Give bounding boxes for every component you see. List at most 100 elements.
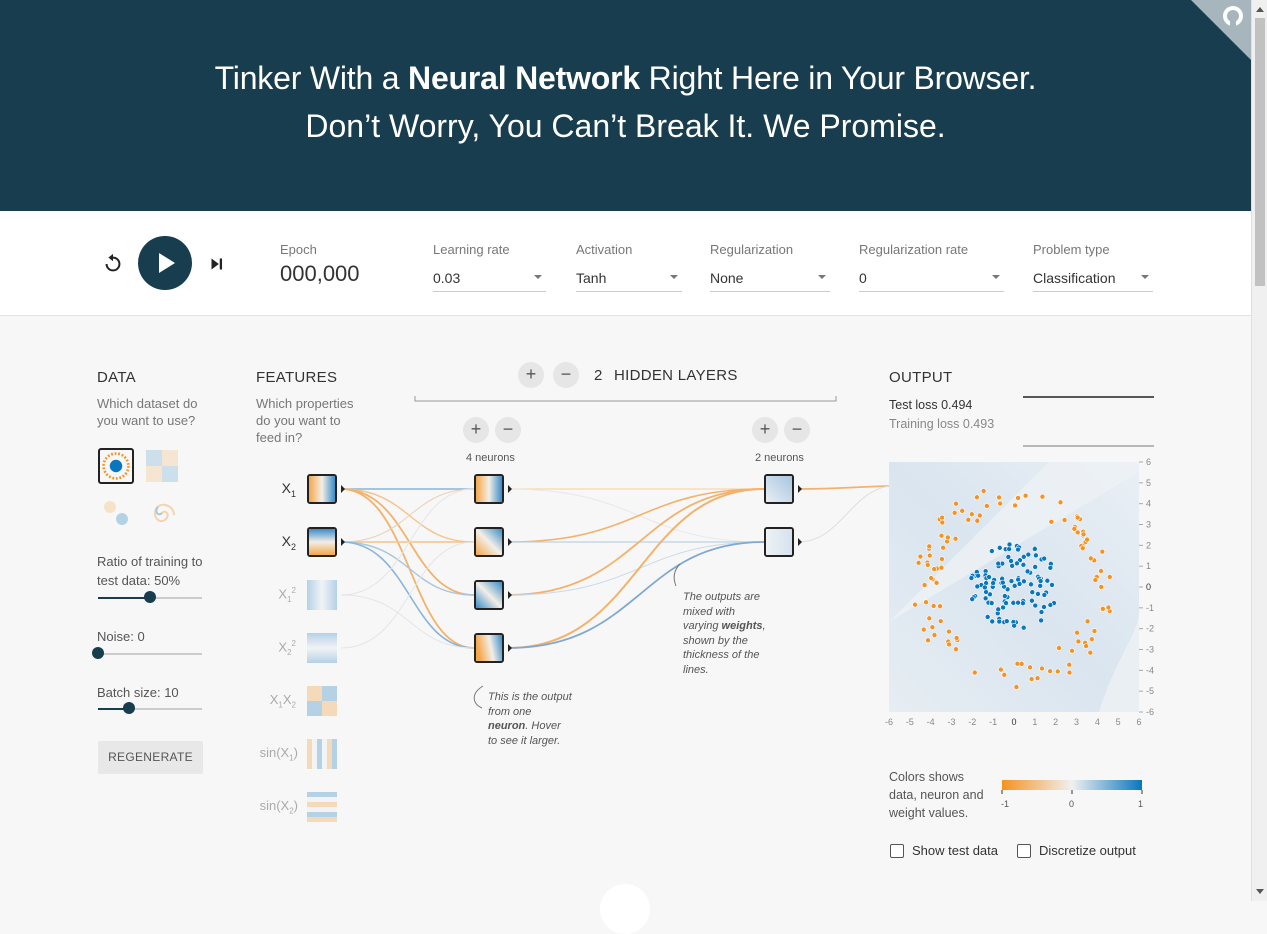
learning-rate-value: 0.03: [433, 270, 461, 286]
feature-x2-nub: [341, 538, 345, 546]
play-button[interactable]: [138, 236, 192, 290]
noise-slider[interactable]: [92, 647, 202, 661]
data-title: DATA: [97, 369, 136, 386]
dataset-circle[interactable]: [98, 448, 134, 484]
chevron-down-icon: [534, 275, 542, 279]
neuron-l1-4[interactable]: [474, 633, 504, 663]
controls-bar: Epoch 000,000 Learning rate 0.03 Activat…: [0, 211, 1251, 316]
regularization-rate-label: Regularization rate: [859, 242, 969, 257]
x-tick-label: 2: [1053, 717, 1058, 727]
play-icon: [159, 253, 175, 273]
batch-slider-knob[interactable]: [123, 702, 135, 714]
x-tick-label: 5: [1116, 717, 1121, 727]
note2-text: varying: [683, 620, 722, 632]
regularization-select[interactable]: None: [710, 267, 830, 292]
scrollbar[interactable]: [1251, 0, 1267, 901]
scroll-down-icon[interactable]: [1252, 883, 1267, 899]
scroll-down-button[interactable]: [600, 884, 650, 934]
regularization-value: None: [710, 270, 744, 286]
chevron-down-icon: [992, 275, 1000, 279]
dataset-xor[interactable]: [144, 448, 180, 484]
features-title: FEATURES: [256, 369, 338, 386]
regularization-rate-select[interactable]: 0: [859, 267, 1004, 292]
features-subtitle-3: feed in?: [256, 430, 303, 445]
feature-x1x2[interactable]: [307, 686, 337, 716]
ratio-slider-knob[interactable]: [144, 591, 156, 603]
regenerate-button[interactable]: REGENERATE: [98, 741, 203, 774]
headline-text: Tinker With a: [214, 60, 409, 96]
scroll-up-icon[interactable]: [1252, 2, 1267, 18]
remove-layer-button[interactable]: −: [553, 362, 579, 388]
step-icon[interactable]: [206, 253, 228, 275]
neuron-l2-2[interactable]: [764, 527, 794, 557]
add-layer-button[interactable]: +: [518, 362, 544, 388]
problem-type-select[interactable]: Classification: [1033, 267, 1153, 292]
link-m2-out: [797, 485, 890, 543]
feature-x1[interactable]: [307, 474, 337, 504]
batch-label: Batch size: 10: [97, 685, 179, 700]
link-x2-n4: [340, 541, 475, 649]
layer1-add-neuron-button[interactable]: +: [463, 417, 489, 443]
test-loss: Test loss 0.494: [889, 398, 973, 412]
note2-line-5: thickness of the: [683, 649, 760, 661]
note2-line-3: varying weights,: [683, 619, 766, 634]
epoch-label: Epoch: [280, 242, 317, 257]
note1-text: . Hover: [525, 720, 561, 732]
activation-select[interactable]: Tanh: [576, 267, 682, 292]
plot-axes: -6 -6 -5 -5 -4 -4 -3 -3 -2 -2 -1 -1 0 0 1 1 2 2 3 3 4 4 5 5 6 6: [885, 457, 1154, 727]
layer2-remove-neuron-button[interactable]: −: [784, 417, 810, 443]
dataset-gaussian[interactable]: [98, 495, 134, 531]
feature-x2-squared[interactable]: [307, 633, 337, 663]
x-tick-label: -4: [927, 717, 935, 727]
link-x2-n3: [340, 541, 475, 596]
note1-line-1: This is the output: [488, 691, 572, 703]
layer1-neurons-label: 4 neurons: [466, 452, 515, 464]
y-tick-label: -3: [1146, 645, 1154, 655]
feature-x2[interactable]: [307, 527, 337, 557]
github-icon[interactable]: [1191, 0, 1251, 60]
chevron-down-icon: [1141, 275, 1149, 279]
feature-label-x2sq: X22: [278, 639, 296, 657]
neuron-l1-1[interactable]: [474, 474, 504, 504]
learning-rate-select[interactable]: 0.03: [433, 267, 546, 292]
main-area: DATA Which dataset do you want to use? R…: [0, 316, 1251, 934]
noise-slider-knob[interactable]: [92, 647, 104, 659]
neuron-annotation: This is the output from one neuron. Hove…: [488, 690, 572, 748]
layer2-add-neuron-button[interactable]: +: [752, 417, 778, 443]
neuron-l1-1-nub: [508, 485, 512, 493]
note2-line-1: The outputs are: [683, 591, 761, 603]
y-tick-label: 2: [1146, 540, 1151, 550]
neuron-l1-3-nub: [508, 591, 512, 599]
scrollbar-thumb[interactable]: [1255, 18, 1265, 286]
legend-min: -1: [1001, 799, 1010, 809]
note1-line-2: from one: [488, 705, 532, 718]
neuron-l1-2[interactable]: [474, 527, 504, 557]
neuron-l2-1[interactable]: [764, 474, 794, 504]
hidden-layers-label: HIDDEN LAYERS: [614, 367, 738, 384]
hidden-layers-count: 2: [594, 367, 603, 384]
data-subtitle-1: Which dataset do: [97, 396, 198, 411]
batch-slider[interactable]: [98, 702, 202, 716]
neuron-l1-4-nub: [508, 644, 512, 652]
feature-label-x1x2: X1X2: [269, 692, 296, 710]
layer1-remove-neuron-button[interactable]: −: [495, 417, 521, 443]
note1-line-3: neuron. Hover: [488, 719, 572, 734]
x-tick-label: 6: [1136, 717, 1141, 727]
reset-icon[interactable]: [102, 253, 124, 275]
feature-sin-x1[interactable]: [307, 739, 337, 769]
show-test-data-checkbox[interactable]: [890, 844, 904, 858]
ratio-label-1: Ratio of training to: [97, 554, 203, 569]
problem-type-label: Problem type: [1033, 242, 1110, 257]
discretize-output-label: Discretize output: [1039, 843, 1136, 858]
features-subtitle-2: do you want to: [256, 413, 341, 428]
feature-label-sinx1: sin(X1): [259, 745, 298, 763]
feature-sin-x2[interactable]: [307, 792, 337, 822]
ratio-slider[interactable]: [98, 591, 202, 605]
y-tick-label: 5: [1146, 478, 1151, 488]
dataset-spiral[interactable]: [144, 495, 180, 531]
discretize-output-checkbox[interactable]: [1017, 844, 1031, 858]
link-n1-m2: [507, 488, 765, 543]
neuron-l1-3[interactable]: [474, 580, 504, 610]
x-tick-label: -6: [885, 717, 893, 727]
feature-x1-squared[interactable]: [307, 580, 337, 610]
